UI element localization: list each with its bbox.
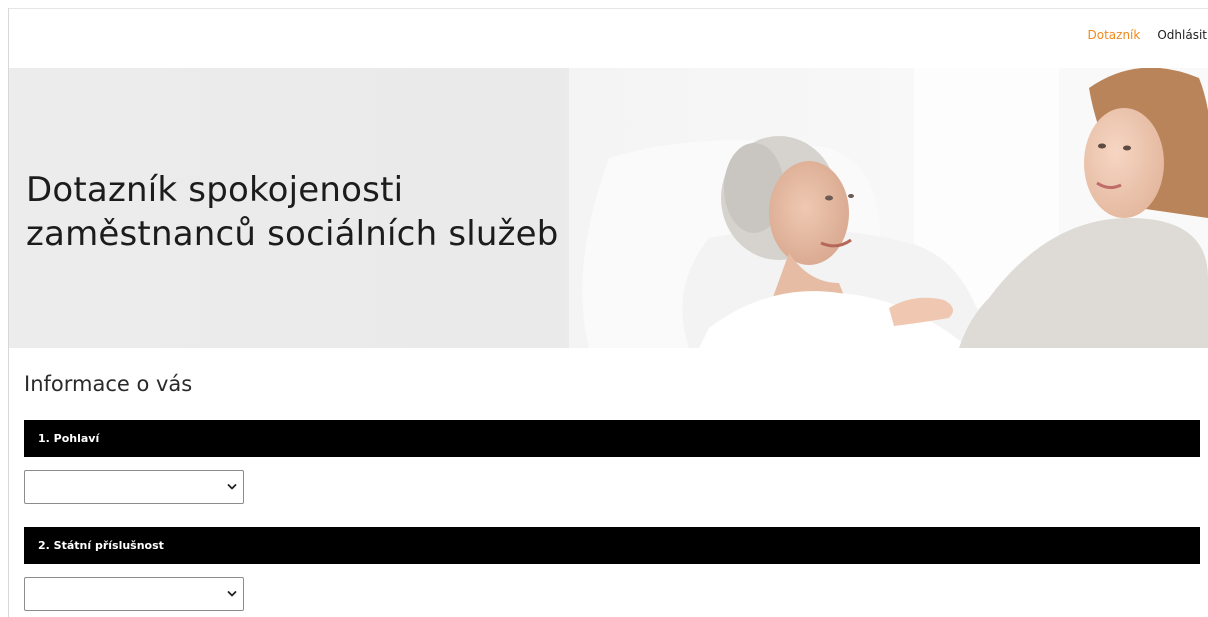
page-frame-top [8,8,1208,9]
hero-title-line-1: Dotazník spokojenosti [26,170,404,210]
nationality-select[interactable] [24,577,244,611]
top-navigation: Dotazník Odhlásit [1088,25,1208,45]
hero-title-line-2: zaměstnanců sociálních služeb [26,214,559,254]
section-title: Informace o vás [24,372,193,396]
hero-title: Dotazník spokojenosti zaměstnanců sociál… [26,168,559,256]
nav-link-logout[interactable]: Odhlásit [1157,28,1207,42]
gender-select[interactable] [24,470,244,504]
question-header-statni-prislusnost: 2. Státní příslušnost [24,527,1200,564]
hero-banner: Dotazník spokojenosti zaměstnanců sociál… [9,68,1208,348]
chevron-down-icon [227,591,237,597]
question-header-pohlavi: 1. Pohlaví [24,420,1200,457]
chevron-down-icon [227,484,237,490]
nav-link-dotaznik[interactable]: Dotazník [1088,28,1141,42]
